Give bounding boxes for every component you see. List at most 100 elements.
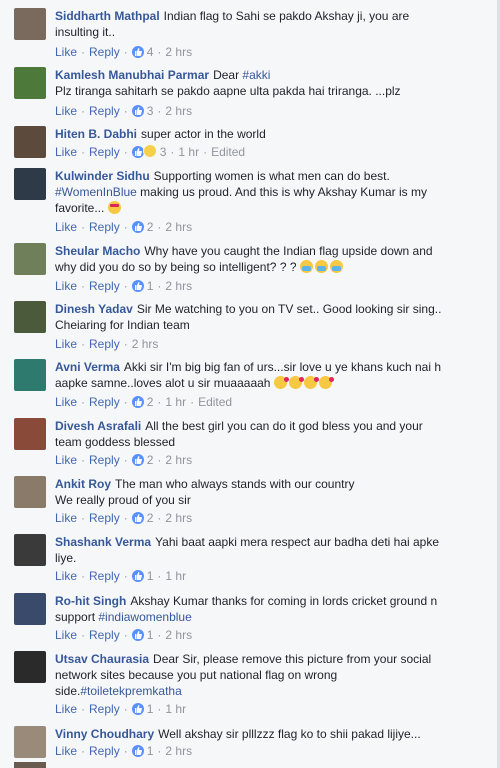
wow-reaction-icon[interactable] <box>142 144 157 158</box>
likes-count[interactable]: 2 <box>147 395 154 409</box>
reply-button[interactable]: Reply <box>89 702 120 716</box>
hashtag-link[interactable]: #toiletekpremkatha <box>80 684 181 698</box>
reply-button[interactable]: Reply <box>89 104 120 118</box>
like-reaction-icon[interactable] <box>131 221 144 233</box>
like-button[interactable]: Like <box>55 395 77 409</box>
reply-button[interactable]: Reply <box>89 337 120 351</box>
likes-count[interactable]: 1 <box>147 569 154 583</box>
avatar[interactable] <box>14 593 46 625</box>
comment-author[interactable]: Avni Verma <box>55 360 120 374</box>
avatar[interactable] <box>14 301 46 333</box>
comment-author[interactable]: Sheular Macho <box>55 244 140 258</box>
edited-label[interactable]: Edited <box>211 145 245 159</box>
like-reaction-icon[interactable] <box>131 454 144 466</box>
comment-author[interactable]: Utsav Chaurasia <box>55 652 149 666</box>
avatar[interactable] <box>14 651 46 683</box>
reply-button[interactable]: Reply <box>89 453 120 467</box>
avatar[interactable] <box>14 67 46 99</box>
like-button[interactable]: Like <box>55 453 77 467</box>
hashtag-link[interactable]: #WomenInBlue <box>55 185 137 199</box>
like-button[interactable]: Like <box>55 279 77 293</box>
likes-count[interactable]: 1 <box>147 279 154 293</box>
likes-count[interactable]: 3 <box>160 145 167 159</box>
reply-button[interactable]: Reply <box>89 145 120 159</box>
timestamp[interactable]: 2 hrs <box>165 511 192 525</box>
like-button[interactable]: Like <box>55 744 77 758</box>
likes-count[interactable]: 2 <box>147 220 154 234</box>
comment-author[interactable]: Dinesh Yadav <box>55 302 133 316</box>
likes-count[interactable]: 2 <box>147 453 154 467</box>
like-button[interactable]: Like <box>55 628 77 642</box>
comment-author[interactable]: Shashank Verma <box>55 535 151 549</box>
likes-count[interactable]: 3 <box>147 104 154 118</box>
like-reaction-icon[interactable] <box>131 512 144 524</box>
avatar[interactable] <box>14 418 46 450</box>
like-button[interactable]: Like <box>55 104 77 118</box>
avatar[interactable] <box>14 359 46 391</box>
avatar[interactable] <box>14 476 46 508</box>
like-reaction-icon[interactable] <box>131 46 144 58</box>
like-reaction-icon[interactable] <box>131 146 144 158</box>
reply-button[interactable]: Reply <box>89 569 120 583</box>
timestamp[interactable]: 2 hrs <box>165 220 192 234</box>
like-button[interactable]: Like <box>55 220 77 234</box>
timestamp[interactable]: 1 hr <box>165 569 186 583</box>
comment-author[interactable]: Ro-hit Singh <box>55 594 126 608</box>
likes-count[interactable]: 1 <box>147 628 154 642</box>
reply-button[interactable]: Reply <box>89 628 120 642</box>
reply-button[interactable]: Reply <box>89 511 120 525</box>
next-comment-avatar[interactable] <box>14 762 46 768</box>
comment-author[interactable]: Ankit Roy <box>55 477 111 491</box>
avatar[interactable] <box>14 534 46 566</box>
like-button[interactable]: Like <box>55 45 77 59</box>
timestamp[interactable]: 2 hrs <box>132 337 159 351</box>
like-reaction-icon[interactable] <box>131 629 144 641</box>
timestamp[interactable]: 2 hrs <box>165 744 192 758</box>
likes-count[interactable]: 1 <box>147 744 154 758</box>
comment-author[interactable]: Siddharth Mathpal <box>55 9 160 23</box>
like-reaction-icon[interactable] <box>131 570 144 582</box>
comment-body: Ro-hit Singh Akshay Kumar thanks for comi… <box>55 593 450 625</box>
avatar[interactable] <box>14 726 46 758</box>
separator: · <box>81 45 86 59</box>
timestamp[interactable]: 1 hr <box>165 702 186 716</box>
like-button[interactable]: Like <box>55 511 77 525</box>
hashtag-link[interactable]: #akki <box>242 68 270 82</box>
like-button[interactable]: Like <box>55 702 77 716</box>
reply-button[interactable]: Reply <box>89 395 120 409</box>
reply-button[interactable]: Reply <box>89 744 120 758</box>
avatar[interactable] <box>14 8 46 40</box>
timestamp[interactable]: 2 hrs <box>165 628 192 642</box>
comment-author[interactable]: Divesh Asrafali <box>55 419 141 433</box>
timestamp[interactable]: 2 hrs <box>165 453 192 467</box>
comment-author[interactable]: Kulwinder Sidhu <box>55 169 150 183</box>
separator: · <box>81 337 86 351</box>
avatar[interactable] <box>14 168 46 200</box>
edited-label[interactable]: Edited <box>198 395 232 409</box>
timestamp[interactable]: 2 hrs <box>165 104 192 118</box>
comment-author[interactable]: Kamlesh Manubhai Parmar <box>55 68 209 82</box>
like-reaction-icon[interactable] <box>131 745 144 757</box>
likes-count[interactable]: 2 <box>147 511 154 525</box>
like-reaction-icon[interactable] <box>131 703 144 715</box>
hashtag-link[interactable]: #indiawomenblue <box>98 610 191 624</box>
reply-button[interactable]: Reply <box>89 45 120 59</box>
like-reaction-icon[interactable] <box>131 280 144 292</box>
like-reaction-icon[interactable] <box>131 105 144 117</box>
reply-button[interactable]: Reply <box>89 279 120 293</box>
comment-author[interactable]: Vinny Choudhary <box>55 727 154 741</box>
reply-button[interactable]: Reply <box>89 220 120 234</box>
like-button[interactable]: Like <box>55 145 77 159</box>
like-button[interactable]: Like <box>55 569 77 583</box>
likes-count[interactable]: 4 <box>147 45 154 59</box>
like-reaction-icon[interactable] <box>131 396 144 408</box>
timestamp[interactable]: 2 hrs <box>165 45 192 59</box>
likes-count[interactable]: 1 <box>147 702 154 716</box>
timestamp[interactable]: 2 hrs <box>165 279 192 293</box>
timestamp[interactable]: 1 hr <box>178 145 199 159</box>
comment-author[interactable]: Hiten B. Dabhi <box>55 127 137 141</box>
like-button[interactable]: Like <box>55 337 77 351</box>
avatar[interactable] <box>14 126 46 158</box>
avatar[interactable] <box>14 243 46 275</box>
timestamp[interactable]: 1 hr <box>165 395 186 409</box>
